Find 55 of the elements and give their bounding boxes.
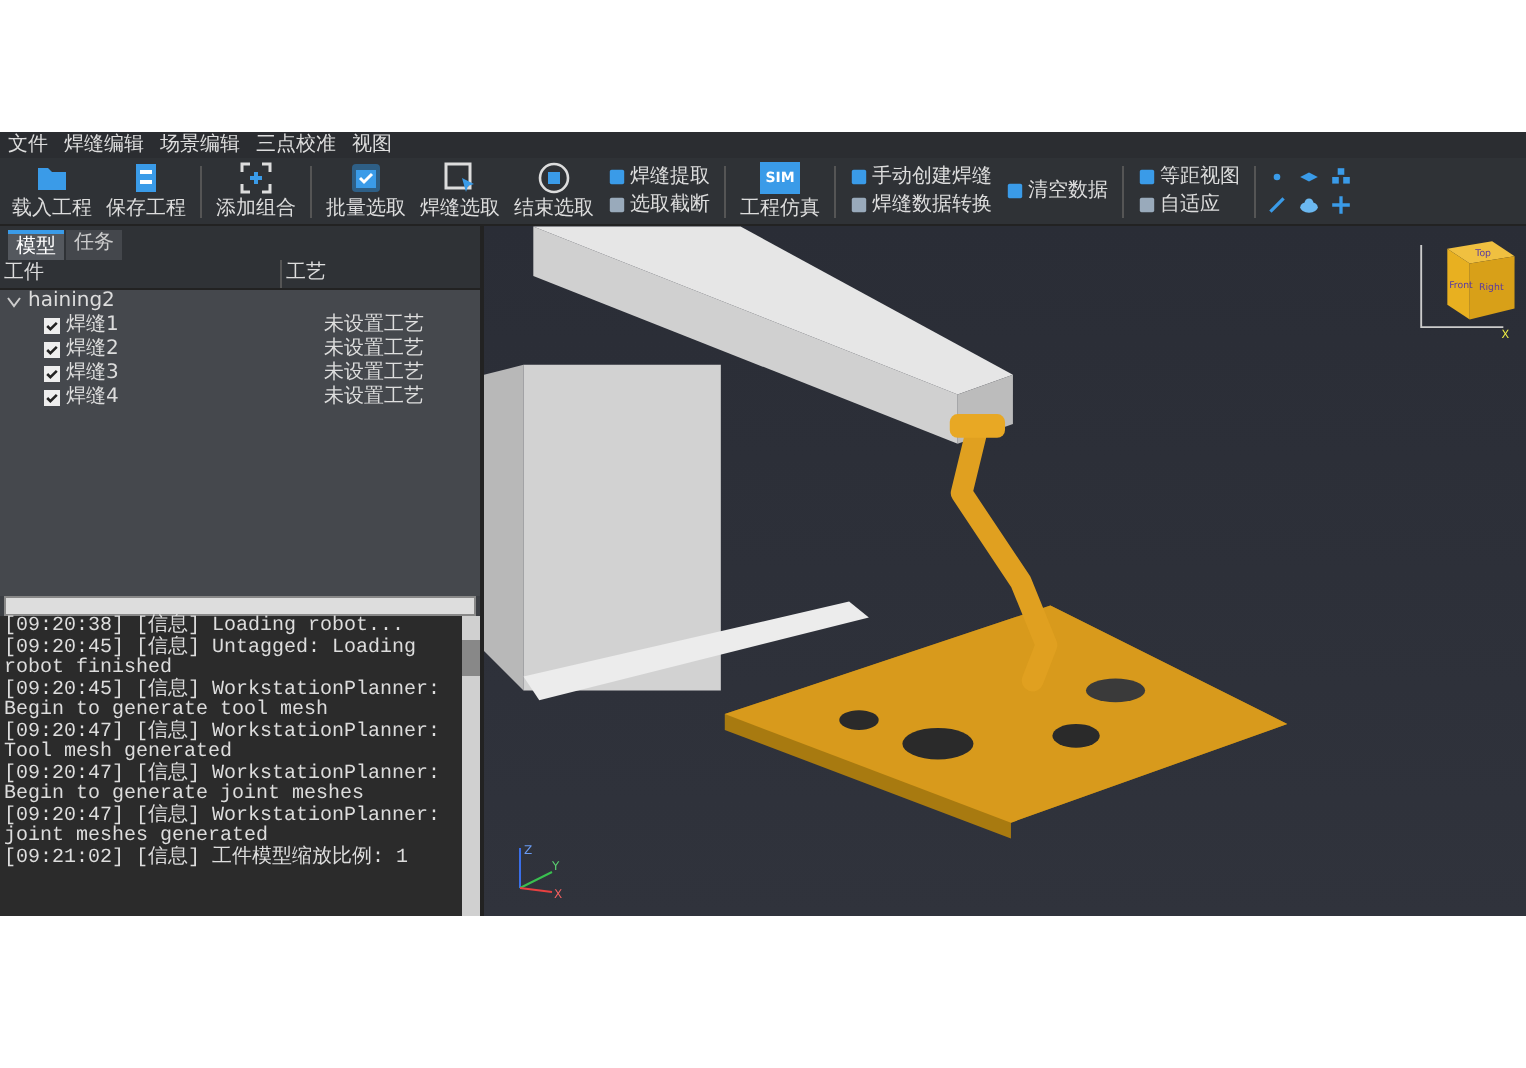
tree-item[interactable]: 焊缝4 xyxy=(66,386,119,410)
menu-item[interactable]: 焊缝编辑 xyxy=(64,133,144,157)
column-header[interactable]: 工件 xyxy=(0,260,282,288)
menu-item[interactable]: 视图 xyxy=(352,133,392,157)
folder-icon xyxy=(36,162,68,194)
tab[interactable]: 模型 xyxy=(8,230,64,260)
log-line: [09:20:45] [信息] Untagged: Loading robot finished xyxy=(4,639,417,680)
horizontal-scrollbar[interactable] xyxy=(4,596,476,616)
log-line: [09:20:47] [信息] WorkstationPlanner: joint meshes generated xyxy=(4,807,443,848)
line-icon[interactable] xyxy=(1266,194,1288,216)
toolbar-button[interactable]: 焊缝选取 xyxy=(416,160,504,222)
toolbar-button[interactable]: 手动创建焊缝 xyxy=(846,165,996,189)
cloud-icon[interactable] xyxy=(1298,194,1320,216)
toolbar-button[interactable]: 添加组合 xyxy=(212,160,300,222)
tab[interactable]: 任务 xyxy=(66,230,122,260)
log-line: [09:20:45] [信息] WorkstationPlanner: Begin to generate tool mesh xyxy=(4,681,443,722)
table-cell-text: 未设置工艺 xyxy=(322,314,426,337)
toolbar-button[interactable]: 清空数据 xyxy=(1002,179,1112,203)
stop-circle-icon xyxy=(538,162,570,194)
checkbox[interactable] xyxy=(44,342,60,358)
toolbar-button[interactable]: 自适应 xyxy=(1134,193,1244,217)
menu-item[interactable]: 场景编辑 xyxy=(160,133,240,157)
toolbar-button[interactable]: 批量选取 xyxy=(322,160,410,222)
vertical-scrollbar[interactable] xyxy=(462,616,480,916)
log-line: [09:21:02] [信息] 工件模型缩放比例: 1 xyxy=(4,849,411,870)
tree-item[interactable]: 焊缝1 xyxy=(66,314,119,338)
checkbox[interactable] xyxy=(44,366,60,382)
toolbar-button[interactable]: 载入工程 xyxy=(8,160,96,222)
toolbar-button[interactable]: 焊缝提取 xyxy=(604,165,714,189)
cubes-icon[interactable] xyxy=(1330,166,1352,188)
tree-item[interactable]: 焊缝3 xyxy=(66,362,119,386)
tree-item[interactable]: haining2 xyxy=(28,290,115,314)
table-cell-text: 未设置工艺 xyxy=(322,362,426,385)
log-line: [09:20:47] [信息] WorkstationPlanner: Begin to generate joint meshes xyxy=(4,765,443,806)
table-cell-text: 未设置工艺 xyxy=(322,338,426,361)
caret-icon[interactable] xyxy=(6,294,22,310)
checkbox[interactable] xyxy=(44,390,60,406)
move-icon[interactable] xyxy=(1330,194,1352,216)
toolbar-button[interactable]: 结束选取 xyxy=(510,160,598,222)
menu-item[interactable]: 三点校准 xyxy=(256,133,336,157)
tree-item[interactable]: 焊缝2 xyxy=(66,338,119,362)
toolbar-button[interactable]: 选取截断 xyxy=(604,193,714,217)
log-line: [09:20:38] [信息] Loading robot... xyxy=(4,618,405,638)
table-cell-text: 未设置工艺 xyxy=(322,386,426,410)
cursor-select-icon xyxy=(444,162,476,194)
save-icon xyxy=(130,162,162,194)
checkbox-icon xyxy=(350,162,382,194)
toolbar-button[interactable]: 保存工程 xyxy=(102,160,190,222)
log-line: [09:20:47] [信息] WorkstationPlanner: Tool mesh generated xyxy=(4,723,443,764)
column-header[interactable]: 工艺 xyxy=(282,260,480,288)
add-frame-icon xyxy=(240,162,272,194)
menu-item[interactable]: 文件 xyxy=(8,133,48,157)
checkbox[interactable] xyxy=(44,318,60,334)
toolbar-button[interactable]: 等距视图 xyxy=(1134,165,1244,189)
toolbar-button[interactable]: 焊缝数据转换 xyxy=(846,193,996,217)
